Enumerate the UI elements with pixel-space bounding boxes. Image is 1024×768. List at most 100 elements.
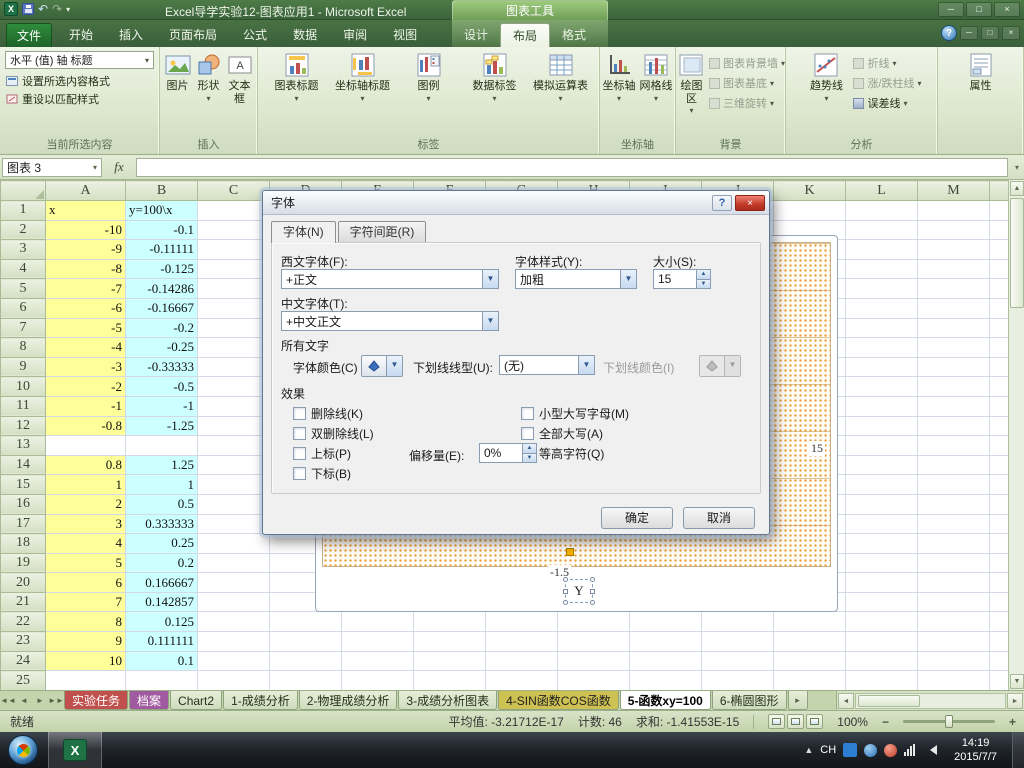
cell[interactable] <box>485 611 558 633</box>
cell[interactable] <box>845 572 918 593</box>
axis-titles-button[interactable]: 坐标轴标题 ▾ <box>330 47 396 103</box>
cell[interactable] <box>701 631 774 652</box>
cell[interactable] <box>413 631 486 652</box>
cell[interactable] <box>845 552 918 574</box>
spin-down-icon[interactable]: ▼ <box>697 278 710 288</box>
expand-formula-bar-icon[interactable]: ▾ <box>1010 163 1024 172</box>
cell-B16[interactable]: 0.5 <box>125 493 198 515</box>
offset-spinner[interactable]: 0% ▲ ▼ <box>479 443 537 463</box>
cell[interactable] <box>197 572 270 593</box>
cell[interactable] <box>917 239 990 260</box>
cell[interactable] <box>845 611 918 633</box>
analysis-item-误差线[interactable]: 误差线 ▾ <box>851 95 921 111</box>
cell[interactable] <box>845 376 918 397</box>
insert-picture-button[interactable]: 图片 <box>162 47 193 93</box>
row-header-10[interactable]: 10 <box>0 376 46 397</box>
cell[interactable] <box>917 572 990 593</box>
cell-A11[interactable]: -1 <box>45 395 126 417</box>
background-item-图表背景墙[interactable]: 图表背景墙 ▾ <box>707 55 785 71</box>
undo-icon[interactable]: ↶ <box>38 3 48 15</box>
cell[interactable] <box>917 591 990 613</box>
checkbox-等高字符(Q)[interactable]: 等高字符(Q) <box>521 443 629 463</box>
drag-handle[interactable] <box>566 548 574 556</box>
column-header-L[interactable]: L <box>845 180 918 201</box>
selection-handle[interactable] <box>590 600 595 605</box>
cell-A25[interactable] <box>45 670 126 690</box>
cell[interactable] <box>917 395 990 417</box>
row-header-17[interactable]: 17 <box>0 513 46 535</box>
row-header-11[interactable]: 11 <box>0 395 46 417</box>
sheet-tab-4-SIN函数COS函数[interactable]: 4-SIN函数COS函数 <box>498 691 619 710</box>
sheet-tab-3-成绩分析图表[interactable]: 3-成绩分析图表 <box>398 691 498 710</box>
cell-B7[interactable]: -0.2 <box>125 317 198 339</box>
cell[interactable] <box>917 337 990 358</box>
cell-A22[interactable]: 8 <box>45 611 126 633</box>
insert-worksheet-tab[interactable]: ▸ <box>787 691 808 710</box>
row-header-18[interactable]: 18 <box>0 533 46 554</box>
first-sheet-button[interactable]: ◄◄ <box>0 691 16 710</box>
start-button[interactable] <box>8 735 38 765</box>
scroll-right-icon[interactable]: ► <box>1007 692 1023 709</box>
cell-A16[interactable]: 2 <box>45 493 126 515</box>
column-header-M[interactable]: M <box>917 180 990 201</box>
tab-layout[interactable]: 布局 <box>500 23 551 47</box>
cell[interactable] <box>413 670 486 690</box>
redo-icon[interactable]: ↷ <box>52 3 62 15</box>
chinese-font-select[interactable]: +中文正文 ▼ <box>281 311 499 331</box>
cell[interactable] <box>629 631 702 652</box>
cell-B2[interactable]: -0.1 <box>125 219 198 241</box>
cell[interactable] <box>917 552 990 574</box>
cell-B12[interactable]: -1.25 <box>125 415 198 437</box>
cell-B24[interactable]: 0.1 <box>125 650 198 672</box>
cell[interactable] <box>557 650 630 672</box>
cell-B22[interactable]: 0.125 <box>125 611 198 633</box>
last-sheet-button[interactable]: ►► <box>48 691 64 710</box>
zoom-out-button[interactable]: − <box>882 715 889 729</box>
row-header-25[interactable]: 25 <box>0 670 46 690</box>
cell-B17[interactable]: 0.333333 <box>125 513 198 535</box>
spin-down-icon[interactable]: ▼ <box>523 452 536 462</box>
cell-A18[interactable]: 4 <box>45 533 126 554</box>
ribbon-tab-视图[interactable]: 视图 <box>380 23 430 47</box>
cell[interactable] <box>917 278 990 299</box>
cell-B8[interactable]: -0.25 <box>125 337 198 358</box>
cell-A6[interactable]: -6 <box>45 297 126 319</box>
minimize-icon[interactable]: ─ <box>938 2 964 17</box>
cell-A12[interactable]: -0.8 <box>45 415 126 437</box>
row-header-2[interactable]: 2 <box>0 219 46 241</box>
cell-B13[interactable] <box>125 435 198 456</box>
selection-handle[interactable] <box>563 577 568 582</box>
row-header-15[interactable]: 15 <box>0 474 46 495</box>
cell[interactable] <box>197 493 270 515</box>
cell[interactable] <box>341 611 414 633</box>
cell[interactable] <box>845 219 918 241</box>
network-icon[interactable] <box>904 744 918 756</box>
cell[interactable] <box>197 239 270 260</box>
scroll-up-icon[interactable]: ▲ <box>1010 181 1024 196</box>
spinner-arrows[interactable]: ▲ ▼ <box>522 444 536 462</box>
western-font-select[interactable]: +正文 ▼ <box>281 269 499 289</box>
cell-B1[interactable]: y=100\x <box>125 200 198 221</box>
row-header-6[interactable]: 6 <box>0 297 46 319</box>
row-header-20[interactable]: 20 <box>0 572 46 593</box>
cell-B20[interactable]: 0.166667 <box>125 572 198 593</box>
cell-A8[interactable]: -4 <box>45 337 126 358</box>
checkbox-box[interactable] <box>521 406 534 420</box>
cell[interactable] <box>917 415 990 437</box>
cell[interactable] <box>485 670 558 690</box>
cell[interactable] <box>197 454 270 476</box>
help-tray-icon[interactable] <box>864 743 878 757</box>
plot-area-button[interactable]: 绘图区 ▾ <box>676 47 707 115</box>
row-header-1[interactable]: 1 <box>0 200 46 221</box>
cell[interactable] <box>917 650 990 672</box>
cell[interactable] <box>773 200 846 221</box>
column-header-K[interactable]: K <box>773 180 846 201</box>
tab-format[interactable]: 格式 <box>550 23 598 47</box>
cell[interactable] <box>197 337 270 358</box>
zoom-level[interactable]: 100% <box>837 715 868 729</box>
cell-A9[interactable]: -3 <box>45 356 126 378</box>
cell[interactable] <box>773 631 846 652</box>
data-table-button[interactable]: 模拟运算表 ▾ <box>528 47 594 103</box>
checkbox-删除线(K)[interactable]: 删除线(K) <box>293 403 374 423</box>
cell[interactable] <box>917 533 990 554</box>
